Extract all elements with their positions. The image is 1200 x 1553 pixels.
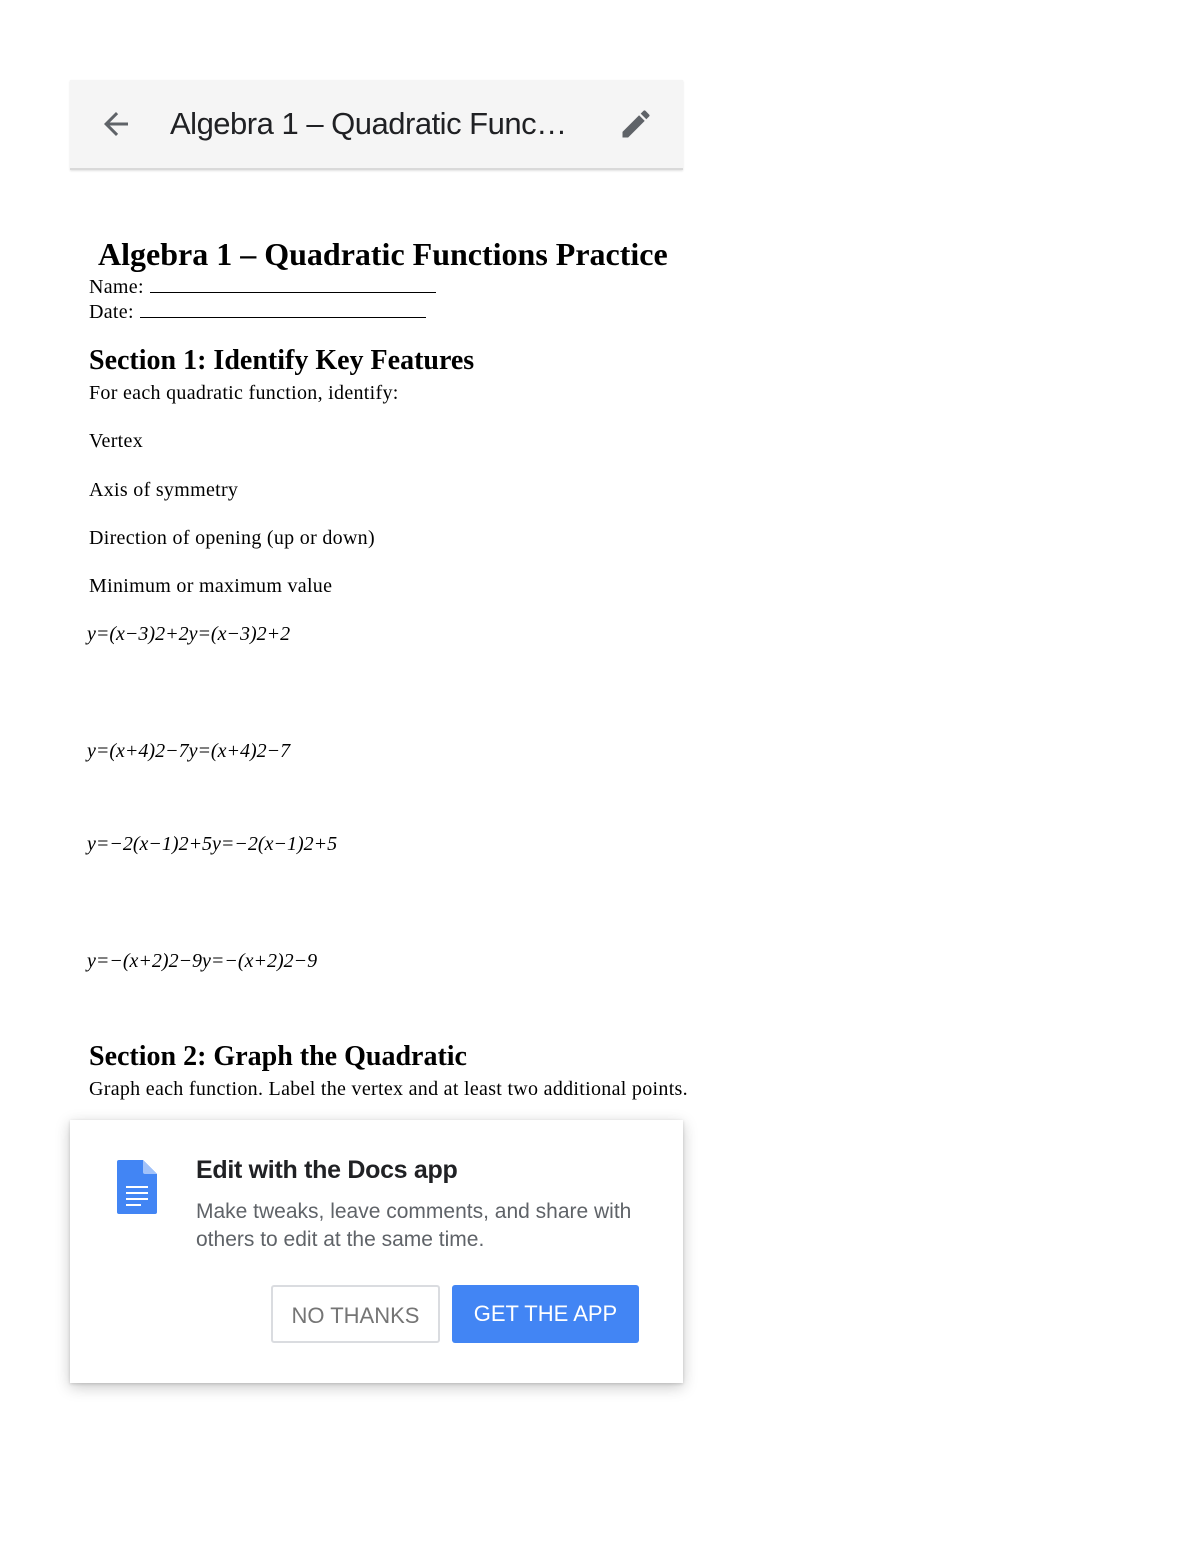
list-item: Minimum or maximum value bbox=[89, 575, 333, 597]
equation: y=−2(x−1)2+5y=−2(x−1)2+5 bbox=[87, 833, 338, 855]
docs-app-icon bbox=[117, 1160, 157, 1214]
promo-title: Edit with the Docs app bbox=[196, 1156, 458, 1184]
equation: y=(x−3)2+2y=(x−3)2+2 bbox=[87, 623, 291, 645]
no-thanks-button[interactable]: NO THANKS bbox=[271, 1285, 440, 1343]
equation: y=−(x+2)2−9y=−(x+2)2−9 bbox=[87, 950, 318, 972]
list-item: Direction of opening (up or down) bbox=[89, 527, 375, 549]
date-label: Date: bbox=[89, 301, 134, 323]
name-field: Name: bbox=[89, 276, 436, 299]
document-title-bar: Algebra 1 – Quadratic Func… bbox=[170, 106, 567, 141]
get-the-app-button[interactable]: GET THE APP bbox=[452, 1285, 639, 1343]
section1-intro: For each quadratic function, identify: bbox=[89, 382, 399, 404]
app-bar: Algebra 1 – Quadratic Func… bbox=[70, 80, 683, 170]
pencil-icon[interactable] bbox=[618, 106, 654, 142]
page-title: Algebra 1 – Quadratic Functions Practice bbox=[98, 236, 668, 272]
date-blank-line bbox=[139, 303, 426, 318]
arrow-back-icon[interactable] bbox=[98, 106, 134, 142]
list-item: Vertex bbox=[89, 430, 143, 452]
promo-body: Make tweaks, leave comments, and share w… bbox=[196, 1200, 632, 1251]
date-field: Date: bbox=[89, 301, 426, 324]
docs-app-promo-card: Edit with the Docs app Make tweaks, leav… bbox=[70, 1120, 683, 1383]
name-label: Name: bbox=[89, 276, 144, 298]
section2-intro: Graph each function. Label the vertex an… bbox=[89, 1078, 688, 1100]
list-item: Axis of symmetry bbox=[89, 479, 239, 501]
section2-heading: Section 2: Graph the Quadratic bbox=[89, 1041, 467, 1072]
section1-heading: Section 1: Identify Key Features bbox=[89, 345, 475, 376]
name-blank-line bbox=[149, 278, 436, 293]
equation: y=(x+4)2−7y=(x+4)2−7 bbox=[87, 740, 291, 762]
